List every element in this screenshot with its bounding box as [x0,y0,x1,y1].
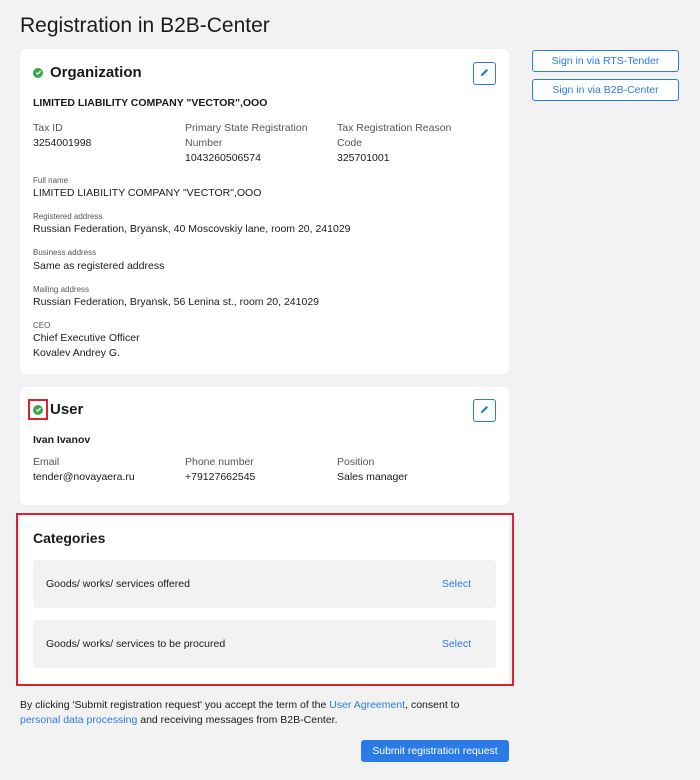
email-label: Email [33,456,60,468]
check-circle-icon [33,67,43,78]
consent-text-part3: and receiving messages from B2B-Center. [137,714,338,726]
pencil-icon [479,402,490,420]
user-check-highlight [28,399,48,420]
business-address-label: Business address [33,248,97,257]
pencil-icon [479,65,490,83]
full-name-label: Full name [33,176,69,185]
mailing-address-value: Russian Federation, Bryansk, 56 Lenina s… [33,296,320,308]
registered-address-value: Russian Federation, Bryansk, 40 Moscovsk… [33,223,351,235]
tax-id-label: Tax ID [33,122,63,134]
user-heading-label: User [50,401,84,418]
trrc-label-line2: Code [337,137,363,149]
psrn-value: 1043260506574 [185,152,261,164]
mailing-address-label: Mailing address [33,285,90,294]
full-name-value: LIMITED LIABILITY COMPANY "VECTOR",OOO [33,187,262,199]
phone-value: +79127662545 [185,471,256,483]
organization-name: LIMITED LIABILITY COMPANY "VECTOR",OOO [33,97,268,109]
registered-address-label: Registered address [33,212,103,221]
sign-in-b2b-center-button[interactable]: Sign in via B2B-Center [532,79,679,101]
ceo-title: Chief Executive Officer [33,332,140,344]
edit-user-button[interactable] [473,399,496,422]
position-value: Sales manager [337,471,408,483]
trrc-label-line1: Tax Registration Reason [337,122,452,134]
consent-text-part2: , consent to [405,699,460,711]
business-address-value: Same as registered address [33,260,165,272]
trrc-value: 325701001 [337,152,390,164]
user-agreement-link[interactable]: User Agreement [329,699,405,711]
ceo-name: Kovalev Andrey G. [33,347,120,359]
phone-label: Phone number [185,456,254,468]
ceo-label: CEO [33,321,51,330]
user-card: User Ivan Ivanov Email tender@novayaera.… [20,387,509,505]
submit-registration-button[interactable]: Submit registration request [361,740,509,762]
categories-highlight [16,513,514,686]
organization-card: Organization LIMITED LIABILITY COMPANY "… [20,49,509,374]
tax-id-value: 3254001998 [33,137,92,149]
organization-heading-label: Organization [50,64,142,81]
personal-data-processing-link[interactable]: personal data processing [20,714,137,726]
consent-text-part1: By clicking 'Submit registration request… [20,699,330,711]
user-name: Ivan Ivanov [33,434,91,446]
position-label: Position [337,456,375,468]
psrn-label-line1: Primary State Registration [185,122,308,134]
sign-in-rts-tender-button[interactable]: Sign in via RTS-Tender [532,50,679,72]
psrn-label-line2: Number [185,137,223,149]
email-value: tender@novayaera.ru [33,471,135,483]
consent-text: By clicking 'Submit registration request… [20,698,500,728]
organization-heading: Organization [33,64,142,81]
page-title: Registration in B2B-Center [20,14,270,37]
edit-organization-button[interactable] [473,62,496,85]
